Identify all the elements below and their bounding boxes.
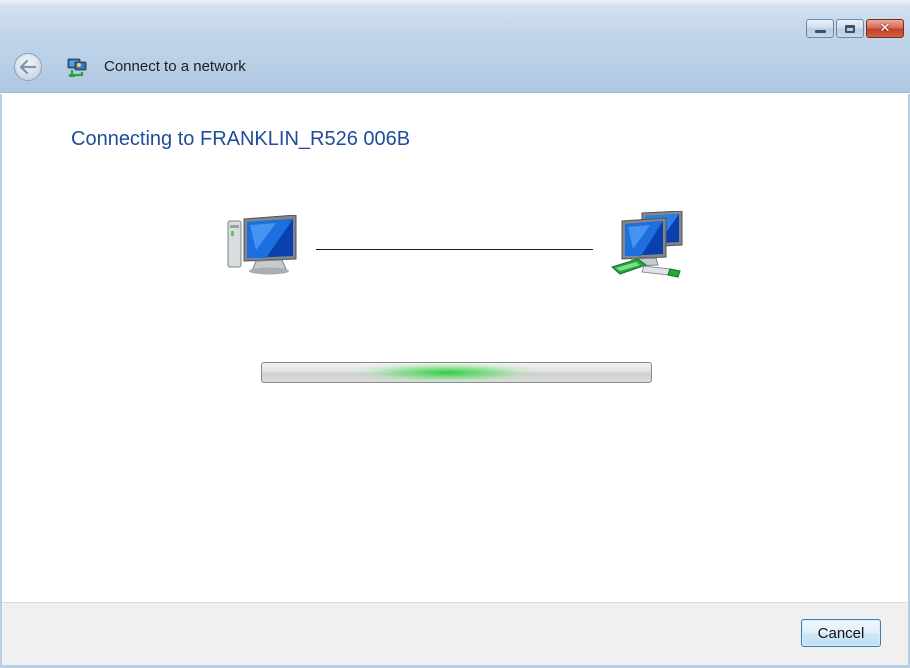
minimize-button[interactable] xyxy=(806,19,834,38)
maximize-button[interactable] xyxy=(836,19,864,38)
connect-network-window: ✕ Connect to a network Connecting to FRA… xyxy=(0,0,910,668)
title-bar: ✕ Connect to a network xyxy=(0,0,910,93)
connection-line xyxy=(316,249,593,250)
maximize-icon xyxy=(845,24,855,33)
cancel-button[interactable]: Cancel xyxy=(801,619,881,647)
window-title: Connect to a network xyxy=(104,58,246,75)
back-arrow-icon xyxy=(20,60,36,74)
minimize-icon xyxy=(814,30,826,33)
caption-buttons: ✕ xyxy=(806,19,904,38)
progress-marquee xyxy=(357,363,537,382)
page-heading: Connecting to FRANKLIN_R526 006B xyxy=(71,128,411,150)
window-border-left xyxy=(0,94,2,668)
footer-bar: Cancel xyxy=(0,602,910,668)
network-icon xyxy=(610,211,683,278)
connection-progress-bar xyxy=(261,362,652,383)
computer-icon xyxy=(227,215,297,275)
back-button[interactable] xyxy=(14,53,42,81)
network-wizard-icon xyxy=(67,58,87,77)
close-button[interactable]: ✕ xyxy=(866,19,904,38)
close-icon: ✕ xyxy=(879,21,891,36)
content-area: Connecting to FRANKLIN_R526 006B xyxy=(0,94,910,602)
